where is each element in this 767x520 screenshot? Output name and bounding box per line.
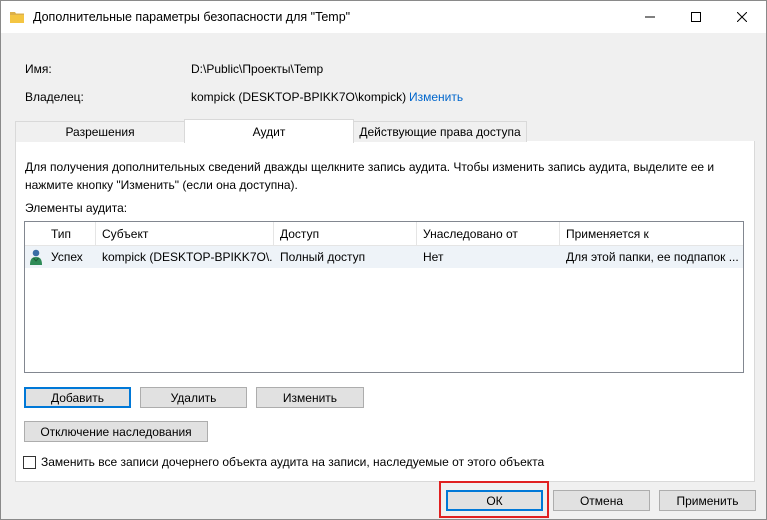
audit-entries-list[interactable]: Тип Субъект Доступ Унаследовано от Приме… <box>24 221 744 373</box>
maximize-icon <box>691 12 701 22</box>
replace-child-entries-checkbox[interactable] <box>23 456 36 469</box>
owner-value: kompick (DESKTOP-BPIKK7O\kompick) <box>191 90 407 104</box>
column-applies-to[interactable]: Применяется к <box>560 222 743 246</box>
audit-description: Для получения дополнительных сведений дв… <box>25 160 715 192</box>
replace-child-entries-label[interactable]: Заменить все записи дочернего объекта ау… <box>41 455 544 469</box>
ok-button[interactable]: ОК <box>446 490 543 511</box>
table-row[interactable]: Успех kompick (DESKTOP-BPIKK7O\... Полны… <box>25 246 743 268</box>
column-subject[interactable]: Субъект <box>96 222 274 246</box>
edit-button[interactable]: Изменить <box>256 387 364 408</box>
name-label: Имя: <box>25 62 52 76</box>
remove-button[interactable]: Удалить <box>140 387 247 408</box>
owner-label: Владелец: <box>25 90 84 104</box>
window-title: Дополнительные параметры безопасности дл… <box>33 10 351 24</box>
folder-icon <box>10 10 24 23</box>
row-applies-to: Для этой папки, ее подпапок ... <box>566 250 739 264</box>
column-inherited-from[interactable]: Унаследовано от <box>417 222 560 246</box>
row-type: Успех <box>51 250 83 264</box>
title-bar: Дополнительные параметры безопасности дл… <box>1 1 766 33</box>
add-button[interactable]: Добавить <box>24 387 131 408</box>
row-inherited-from: Нет <box>423 250 444 264</box>
name-value: D:\Public\Проекты\Temp <box>191 62 324 76</box>
column-type[interactable]: Тип <box>45 222 96 246</box>
close-icon <box>737 12 747 22</box>
cancel-button[interactable]: Отмена <box>553 490 650 511</box>
column-access[interactable]: Доступ <box>274 222 417 246</box>
row-subject: kompick (DESKTOP-BPIKK7O\... <box>102 250 272 264</box>
apply-button[interactable]: Применить <box>659 490 756 511</box>
tab-effective-access[interactable]: Действующие права доступа <box>353 121 527 142</box>
close-button[interactable] <box>719 1 765 33</box>
help-button[interactable] <box>627 1 673 33</box>
row-access: Полный доступ <box>280 250 366 264</box>
user-icon <box>29 249 43 265</box>
audit-entries-label: Элементы аудита: <box>25 201 128 215</box>
security-dialog: Дополнительные параметры безопасности дл… <box>0 0 767 520</box>
help-icon <box>645 16 655 18</box>
tab-audit[interactable]: Аудит <box>184 119 354 143</box>
tab-permissions[interactable]: Разрешения <box>15 121 185 142</box>
list-header: Тип Субъект Доступ Унаследовано от Приме… <box>25 222 743 246</box>
maximize-button[interactable] <box>673 1 719 33</box>
change-owner-link[interactable]: Изменить <box>409 90 463 104</box>
disable-inheritance-button[interactable]: Отключение наследования <box>24 421 208 442</box>
